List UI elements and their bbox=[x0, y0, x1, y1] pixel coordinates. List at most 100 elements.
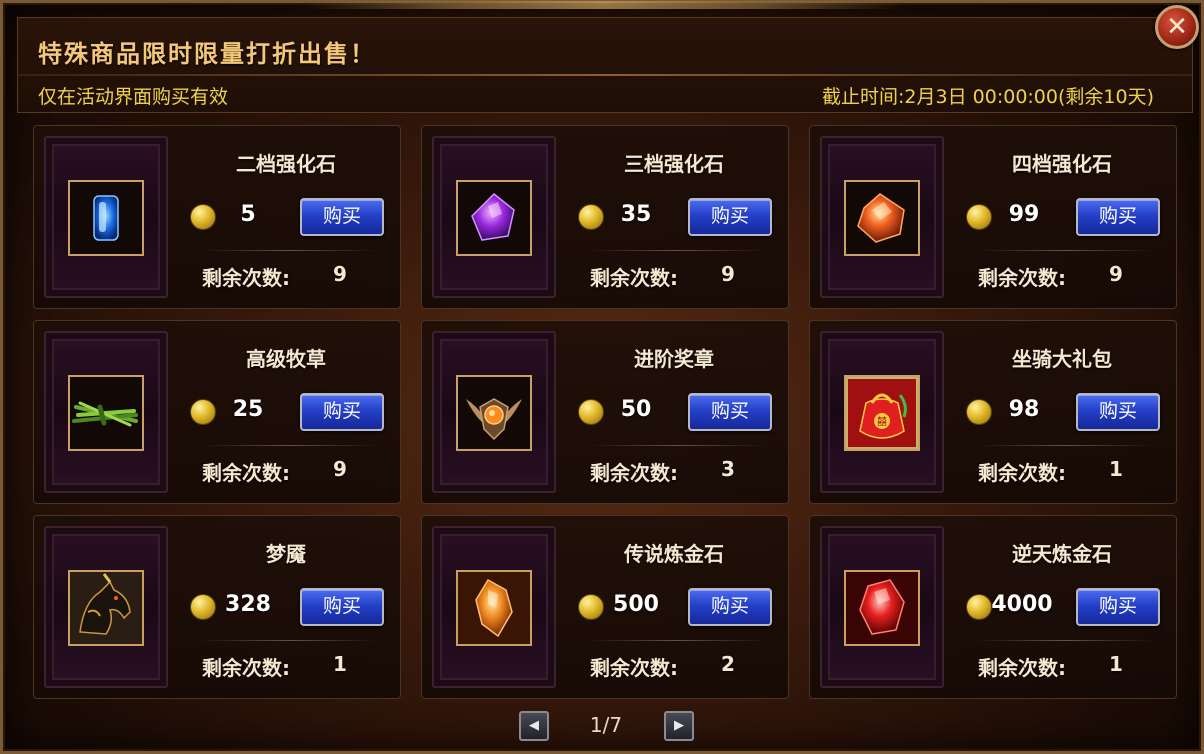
frame-ornament bbox=[303, 1, 903, 9]
item-price: 328 bbox=[225, 592, 271, 617]
item-name: 传说炼金石 bbox=[624, 542, 724, 566]
gold-coin-icon bbox=[966, 399, 992, 425]
divider bbox=[588, 445, 766, 446]
gold-coin-icon bbox=[578, 204, 604, 230]
gold-coin-icon bbox=[190, 594, 216, 620]
item-price: 99 bbox=[1008, 202, 1040, 227]
item-slot bbox=[820, 526, 944, 688]
item-slot bbox=[44, 331, 168, 493]
divider bbox=[976, 250, 1154, 251]
close-button[interactable]: ✕ bbox=[1155, 5, 1199, 49]
remaining-label: 剩余次数: bbox=[590, 461, 678, 485]
purple-gem-icon bbox=[456, 180, 532, 256]
divider bbox=[976, 445, 1154, 446]
buy-button[interactable]: 购买 bbox=[1076, 588, 1160, 626]
item-card: 进阶奖章 50 购买 剩余次数: 3 bbox=[421, 320, 789, 504]
remaining-count: 9 bbox=[721, 262, 735, 286]
buy-button[interactable]: 购买 bbox=[1076, 393, 1160, 431]
remaining-count: 9 bbox=[333, 262, 347, 286]
remaining-count: 9 bbox=[1109, 262, 1123, 286]
item-price: 5 bbox=[240, 202, 256, 227]
gold-coin-icon bbox=[190, 204, 216, 230]
legend-stone-icon bbox=[456, 570, 532, 646]
item-card: 逆天炼金石 4000 购买 剩余次数: 1 bbox=[809, 515, 1177, 699]
item-slot: 囍 bbox=[820, 331, 944, 493]
item-card: 四档强化石 99 购买 剩余次数: 9 bbox=[809, 125, 1177, 309]
buy-button[interactable]: 购买 bbox=[300, 588, 384, 626]
item-name: 二档强化石 bbox=[236, 152, 336, 176]
buy-button[interactable]: 购买 bbox=[1076, 198, 1160, 236]
divider bbox=[200, 640, 378, 641]
item-price: 4000 bbox=[991, 592, 1053, 617]
header-divider bbox=[18, 74, 1192, 76]
orange-gem-icon bbox=[844, 180, 920, 256]
item-grid: 二档强化石 5 购买 剩余次数: 9 三档强化石 35 购买 剩余次数: 9 四… bbox=[33, 125, 1177, 699]
item-card: 三档强化石 35 购买 剩余次数: 9 bbox=[421, 125, 789, 309]
remaining-label: 剩余次数: bbox=[978, 461, 1066, 485]
item-name: 高级牧草 bbox=[246, 347, 326, 371]
next-page-button[interactable]: ▶ bbox=[664, 711, 694, 741]
buy-button[interactable]: 购买 bbox=[688, 588, 772, 626]
item-price: 98 bbox=[1008, 397, 1040, 422]
buy-button[interactable]: 购买 bbox=[688, 198, 772, 236]
item-slot bbox=[432, 331, 556, 493]
gold-coin-icon bbox=[966, 594, 992, 620]
remaining-label: 剩余次数: bbox=[202, 266, 290, 290]
remaining-count: 2 bbox=[721, 652, 735, 676]
item-card: 梦魇 328 购买 剩余次数: 1 bbox=[33, 515, 401, 699]
divider bbox=[588, 250, 766, 251]
remaining-count: 1 bbox=[1109, 652, 1123, 676]
nightmare-mount-icon bbox=[68, 570, 144, 646]
svg-text:囍: 囍 bbox=[877, 415, 887, 428]
item-name: 逆天炼金石 bbox=[1012, 542, 1112, 566]
item-price: 500 bbox=[613, 592, 659, 617]
prev-page-button[interactable]: ◀ bbox=[519, 711, 549, 741]
divider bbox=[200, 250, 378, 251]
item-name: 四档强化石 bbox=[1012, 152, 1112, 176]
remaining-count: 3 bbox=[721, 457, 735, 481]
remaining-label: 剩余次数: bbox=[590, 656, 678, 680]
item-slot bbox=[44, 526, 168, 688]
purchase-notice: 仅在活动界面购买有效 bbox=[38, 86, 229, 108]
item-slot bbox=[432, 136, 556, 298]
medal-icon bbox=[456, 375, 532, 451]
remaining-label: 剩余次数: bbox=[978, 266, 1066, 290]
item-slot bbox=[44, 136, 168, 298]
red-stone-icon bbox=[844, 570, 920, 646]
item-name: 梦魇 bbox=[266, 542, 306, 566]
divider bbox=[588, 640, 766, 641]
shop-header: 特殊商品限时限量打折出售！ 仅在活动界面购买有效 截止时间:2月3日 00:00… bbox=[17, 17, 1193, 113]
blue-gem-icon bbox=[68, 180, 144, 256]
divider bbox=[976, 640, 1154, 641]
remaining-count: 1 bbox=[333, 652, 347, 676]
item-card: 二档强化石 5 购买 剩余次数: 9 bbox=[33, 125, 401, 309]
page-indicator: 1/7 bbox=[589, 713, 623, 737]
item-name: 进阶奖章 bbox=[634, 347, 714, 371]
divider bbox=[200, 445, 378, 446]
prev-arrow-icon: ◀ bbox=[529, 718, 539, 733]
item-name: 三档强化石 bbox=[624, 152, 724, 176]
remaining-label: 剩余次数: bbox=[202, 461, 290, 485]
item-slot bbox=[820, 136, 944, 298]
item-card: 囍 坐骑大礼包 98 购买 剩余次数: 1 bbox=[809, 320, 1177, 504]
gift-bag-icon: 囍 bbox=[844, 375, 920, 451]
item-price: 25 bbox=[232, 397, 264, 422]
gold-coin-icon bbox=[966, 204, 992, 230]
item-card: 高级牧草 25 购买 剩余次数: 9 bbox=[33, 320, 401, 504]
gold-coin-icon bbox=[578, 594, 604, 620]
buy-button[interactable]: 购买 bbox=[300, 198, 384, 236]
item-name: 坐骑大礼包 bbox=[1012, 347, 1112, 371]
remaining-count: 9 bbox=[333, 457, 347, 481]
remaining-label: 剩余次数: bbox=[978, 656, 1066, 680]
buy-button[interactable]: 购买 bbox=[300, 393, 384, 431]
buy-button[interactable]: 购买 bbox=[688, 393, 772, 431]
pagination: ◀ 1/7 ▶ bbox=[3, 709, 1204, 745]
item-price: 35 bbox=[620, 202, 652, 227]
grass-icon bbox=[68, 375, 144, 451]
next-arrow-icon: ▶ bbox=[674, 718, 684, 733]
item-price: 50 bbox=[620, 397, 652, 422]
gold-coin-icon bbox=[190, 399, 216, 425]
item-card: 传说炼金石 500 购买 剩余次数: 2 bbox=[421, 515, 789, 699]
shop-window: 特殊商品限时限量打折出售！ 仅在活动界面购买有效 截止时间:2月3日 00:00… bbox=[0, 0, 1204, 754]
remaining-label: 剩余次数: bbox=[590, 266, 678, 290]
